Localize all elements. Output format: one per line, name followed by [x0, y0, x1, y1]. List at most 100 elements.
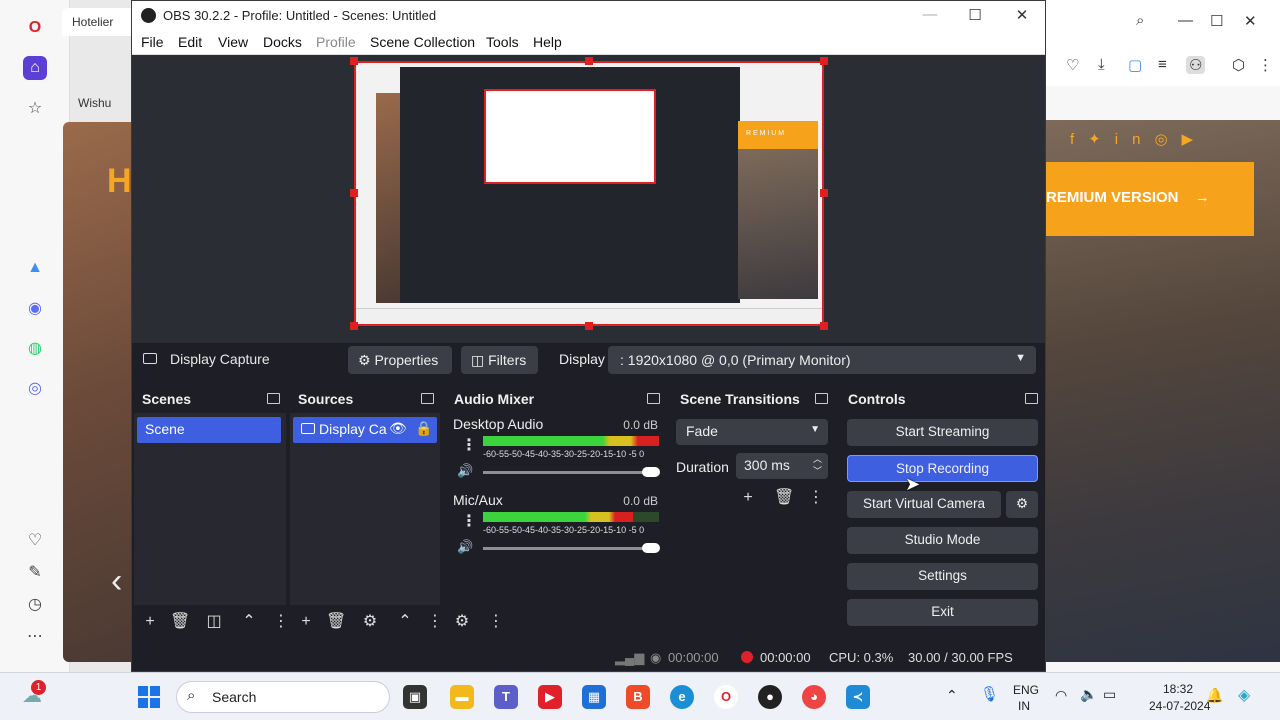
- menu-docks[interactable]: Docks: [263, 34, 302, 50]
- stepper-arrows-icon[interactable]: ︿ ﹀: [813, 453, 822, 477]
- minimize-icon[interactable]: —: [1178, 12, 1193, 29]
- resize-handle[interactable]: [585, 57, 593, 65]
- move-up-icon[interactable]: ⌃: [240, 613, 258, 631]
- close-icon[interactable]: ✕: [1012, 6, 1032, 24]
- filter-icon[interactable]: ◫: [205, 613, 223, 631]
- undock-icon[interactable]: [1025, 393, 1038, 404]
- file-explorer-icon[interactable]: ▬: [450, 685, 474, 709]
- tray-chevron-icon[interactable]: ⌃: [946, 687, 958, 704]
- more-icon[interactable]: ⋮: [461, 435, 477, 455]
- obs-icon[interactable]: ●: [758, 685, 782, 709]
- settings-button[interactable]: Settings: [847, 563, 1038, 590]
- resize-handle[interactable]: [350, 57, 358, 65]
- language-line1[interactable]: ENG: [1013, 683, 1039, 697]
- vscode-icon[interactable]: ≺: [846, 685, 870, 709]
- menu-scene-collection[interactable]: Scene Collection: [370, 34, 475, 50]
- linkedin-icon[interactable]: in: [1115, 131, 1155, 148]
- messenger-icon[interactable]: ◉: [23, 296, 47, 320]
- home-icon[interactable]: ⌂: [23, 56, 47, 80]
- start-button[interactable]: [138, 686, 160, 708]
- microphone-icon[interactable]: 🎙: [980, 685, 999, 703]
- volume-icon[interactable]: 🔈: [1080, 686, 1097, 703]
- search-icon[interactable]: ⌕: [1136, 12, 1144, 29]
- volume-slider-knob[interactable]: [642, 543, 660, 553]
- more-icon[interactable]: ⋮: [487, 613, 505, 631]
- volume-slider[interactable]: [483, 471, 659, 474]
- prev-arrow-icon[interactable]: ‹: [111, 562, 122, 601]
- star-icon[interactable]: ☆: [23, 96, 47, 120]
- resize-handle[interactable]: [350, 322, 358, 330]
- more-icon[interactable]: ⋮: [272, 613, 290, 631]
- advanced-audio-icon[interactable]: ⚙: [453, 613, 471, 631]
- move-up-icon[interactable]: ⌃: [396, 613, 414, 631]
- premium-banner[interactable]: REMIUM VERSION →: [1046, 162, 1254, 236]
- clock-date[interactable]: 24-07-2024: [1149, 699, 1210, 713]
- youtube-icon[interactable]: ▶: [538, 685, 562, 709]
- transition-select[interactable]: Fade ▼: [676, 419, 828, 445]
- menu-help[interactable]: Help: [533, 34, 562, 50]
- clock-time[interactable]: 18:32: [1163, 682, 1193, 696]
- taskbar-search[interactable]: ⌕ Search: [176, 681, 390, 713]
- list-icon[interactable]: ≡: [1158, 56, 1167, 73]
- trash-icon[interactable]: 🗑: [170, 613, 190, 631]
- studio-mode-button[interactable]: Studio Mode: [847, 527, 1038, 554]
- heart-icon[interactable]: ♡: [1066, 56, 1079, 74]
- edit-icon[interactable]: ✎: [23, 560, 47, 584]
- chrome-icon[interactable]: ◕: [802, 685, 826, 709]
- facebook-icon[interactable]: f: [1070, 131, 1088, 148]
- more-icon[interactable]: ⋮: [461, 511, 477, 531]
- more-icon[interactable]: ⋮: [807, 489, 825, 507]
- edge-icon[interactable]: e: [670, 685, 694, 709]
- minimize-icon[interactable]: —: [920, 6, 940, 23]
- gear-icon[interactable]: ⚙: [361, 613, 379, 631]
- undock-icon[interactable]: [421, 393, 434, 404]
- volume-slider[interactable]: [483, 547, 659, 550]
- properties-button[interactable]: ⚙ Properties: [348, 346, 452, 374]
- browser-tab[interactable]: Hotelier: [62, 8, 142, 36]
- preview-area[interactable]: R E M I U M: [132, 55, 1045, 343]
- more-icon[interactable]: ⋮: [426, 613, 444, 631]
- menu-dots-icon[interactable]: ⋮: [1258, 56, 1273, 74]
- teams-icon[interactable]: T: [494, 685, 518, 709]
- whatsapp-icon[interactable]: ◍: [23, 336, 47, 360]
- preview-canvas[interactable]: R E M I U M: [354, 61, 824, 326]
- battery-icon[interactable]: ▭: [1103, 686, 1116, 703]
- exit-button[interactable]: Exit: [847, 599, 1038, 626]
- undock-icon[interactable]: [267, 393, 280, 404]
- speaker-icon[interactable]: 🔊: [457, 463, 473, 479]
- extension-icon[interactable]: ▢: [1128, 56, 1142, 74]
- start-streaming-button[interactable]: Start Streaming: [847, 419, 1038, 446]
- cube-icon[interactable]: ⬡: [1232, 56, 1245, 74]
- volume-slider-knob[interactable]: [642, 467, 660, 477]
- youtube-icon[interactable]: ▶: [1182, 131, 1208, 148]
- profile-icon[interactable]: ⚇: [1186, 56, 1206, 74]
- more-icon[interactable]: ⋯: [23, 624, 47, 648]
- lock-icon[interactable]: 🔒: [415, 420, 432, 437]
- resize-handle[interactable]: [820, 322, 828, 330]
- history-icon[interactable]: ◷: [23, 592, 47, 616]
- opera-icon[interactable]: O: [23, 16, 47, 40]
- twitter-icon[interactable]: ✦: [1088, 131, 1115, 148]
- start-virtual-camera-button[interactable]: Start Virtual Camera: [847, 491, 1001, 518]
- copilot-icon[interactable]: ◈: [1238, 685, 1250, 705]
- language-line2[interactable]: IN: [1018, 699, 1030, 713]
- eye-icon[interactable]: 👁: [389, 420, 407, 437]
- add-icon[interactable]: +: [297, 613, 315, 631]
- maximize-icon[interactable]: ☐: [1210, 12, 1223, 30]
- trash-icon[interactable]: 🗑: [326, 613, 346, 631]
- filters-button[interactable]: ◫ Filters: [461, 346, 538, 374]
- maximize-icon[interactable]: ☐: [965, 6, 985, 24]
- app-store-icon[interactable]: ▲: [23, 256, 47, 280]
- duration-stepper[interactable]: 300 ms ︿ ﹀: [736, 453, 828, 479]
- resize-handle[interactable]: [820, 57, 828, 65]
- close-icon[interactable]: ✕: [1244, 12, 1257, 30]
- source-item[interactable]: Display Ca 👁 🔒: [293, 417, 437, 443]
- instagram-icon[interactable]: ◎: [1154, 131, 1181, 148]
- undock-icon[interactable]: [815, 393, 828, 404]
- add-icon[interactable]: +: [141, 613, 159, 631]
- display-select[interactable]: : 1920x1080 @ 0,0 (Primary Monitor) ▼: [608, 346, 1036, 374]
- speaker-icon[interactable]: 🔊: [457, 539, 473, 555]
- virtual-camera-settings-button[interactable]: ⚙: [1006, 491, 1038, 518]
- wifi-icon[interactable]: ◠: [1055, 687, 1067, 704]
- undock-icon[interactable]: [647, 393, 660, 404]
